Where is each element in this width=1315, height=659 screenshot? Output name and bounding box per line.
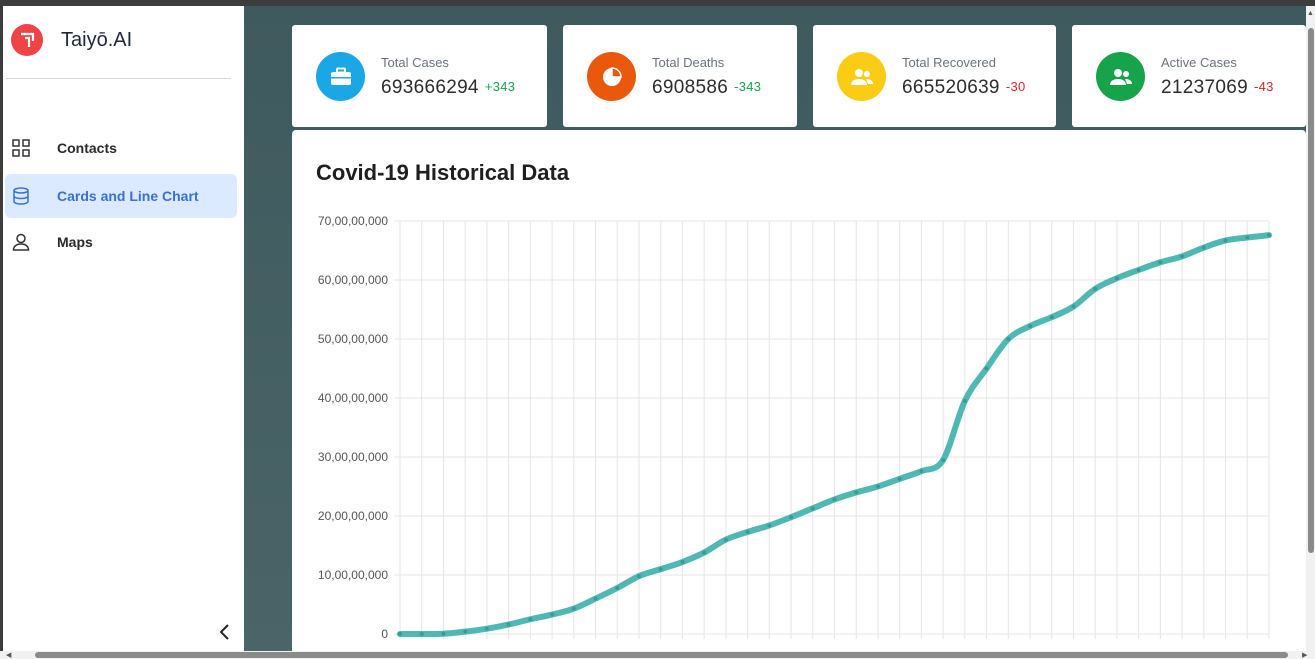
card-value-row: 6908586 -343: [652, 77, 761, 99]
card-title: Total Cases: [381, 55, 449, 70]
vertical-scrollbar[interactable]: ▲: [1306, 6, 1315, 651]
data-point: [789, 515, 794, 520]
users-icon: [1096, 52, 1145, 101]
card-value: 693666294: [381, 77, 479, 98]
database-icon: [13, 187, 29, 205]
data-point: [571, 606, 576, 611]
y-tick-label: 40,00,00,000: [318, 391, 388, 405]
users-icon: [837, 52, 886, 101]
data-point: [723, 537, 728, 542]
data-point: [398, 632, 402, 636]
stat-card-total-cases: Total Cases 693666294 +343: [292, 25, 547, 127]
data-point: [919, 469, 924, 474]
data-point: [1267, 233, 1271, 238]
sidebar-divider: [6, 78, 231, 79]
data-point: [962, 398, 967, 403]
data-point: [745, 529, 750, 534]
grid-icon: [12, 139, 30, 157]
y-tick-label: 0: [381, 627, 388, 641]
data-point: [875, 484, 880, 489]
data-point: [550, 612, 555, 617]
user-icon: [12, 233, 30, 251]
taiyo-logo-icon: [11, 24, 43, 56]
data-point: [832, 497, 837, 502]
card-delta: -30: [1005, 79, 1026, 94]
data-point: [636, 574, 641, 579]
chevron-left-icon[interactable]: [215, 622, 235, 642]
briefcase-icon: [316, 52, 365, 101]
sidebar: Taiyō.AI Contacts Cards and Line Chart M…: [0, 6, 244, 651]
data-point: [658, 567, 663, 572]
main-content: Total Cases 693666294 +343 Total Deaths 6…: [244, 6, 1306, 659]
data-point: [1006, 337, 1011, 341]
sidebar-item-contacts[interactable]: Contacts: [5, 126, 237, 170]
data-point: [897, 476, 902, 481]
data-point: [767, 523, 772, 528]
y-tick-label: 30,00,00,000: [318, 450, 388, 464]
scroll-left-icon[interactable]: ◀: [6, 651, 11, 659]
y-tick-label: 70,00,00,000: [318, 214, 388, 228]
chart-panel: Covid-19 Historical Data 0 10,00,00,000 20…: [292, 130, 1306, 659]
data-point: [419, 632, 424, 636]
data-point: [1158, 260, 1163, 265]
sidebar-item-label: Contacts: [57, 140, 117, 156]
sidebar-item-cards-and-line-chart[interactable]: Cards and Line Chart: [5, 174, 237, 218]
data-point: [941, 457, 946, 462]
card-value: 21237069: [1161, 77, 1248, 98]
y-tick-label: 50,00,00,000: [318, 332, 388, 346]
data-point: [1201, 245, 1206, 250]
data-point: [1136, 267, 1141, 272]
card-value: 6908586: [652, 77, 729, 98]
data-point: [441, 631, 446, 636]
data-point: [1180, 254, 1185, 259]
sidebar-item-label: Maps: [57, 234, 93, 250]
pie-chart-icon: [587, 52, 636, 101]
card-value-row: 21237069 -43: [1161, 77, 1274, 99]
scroll-right-icon[interactable]: ▶: [1302, 651, 1307, 659]
stat-card-total-deaths: Total Deaths 6908586 -343: [563, 25, 797, 127]
card-title: Active Cases: [1161, 55, 1237, 70]
line-chart[interactable]: 0 10,00,00,000 20,00,00,000 30,00,00,000 40,…: [292, 130, 1306, 659]
brand-name: Taiyō.AI: [61, 28, 133, 51]
stat-card-total-recovered: Total Recovered 665520639 -30: [813, 25, 1056, 127]
data-point: [484, 626, 489, 631]
card-delta: +343: [484, 79, 516, 94]
y-tick-label: 20,00,00,000: [318, 509, 388, 523]
data-point: [810, 506, 815, 511]
data-point: [1028, 324, 1033, 329]
data-point: [1245, 235, 1250, 240]
data-point: [463, 629, 468, 634]
horizontal-scrollbar[interactable]: ◀ ▶: [0, 651, 1315, 659]
card-value-row: 693666294 +343: [381, 77, 515, 99]
sidebar-item-maps[interactable]: Maps: [5, 220, 237, 264]
data-point: [1071, 304, 1076, 309]
data-point: [1223, 238, 1228, 243]
scroll-up-icon[interactable]: ▲: [1307, 10, 1314, 17]
y-tick-label: 10,00,00,000: [318, 568, 388, 582]
data-point: [984, 366, 989, 371]
card-title: Total Deaths: [652, 55, 725, 70]
card-value: 665520639: [902, 77, 1000, 98]
data-point: [593, 596, 598, 601]
data-point: [1049, 315, 1054, 320]
data-point: [680, 560, 685, 565]
card-title: Total Recovered: [902, 55, 996, 70]
data-point: [854, 490, 859, 495]
card-delta: -43: [1253, 79, 1274, 94]
y-tick-label: 60,00,00,000: [318, 273, 388, 287]
horizontal-scrollbar-thumb[interactable]: [35, 652, 1288, 658]
data-point: [1093, 286, 1098, 291]
data-point: [506, 622, 511, 627]
vertical-scrollbar-thumb[interactable]: [1308, 28, 1314, 553]
stat-card-active-cases: Active Cases 21237069 -43: [1072, 25, 1306, 127]
brand[interactable]: Taiyō.AI: [11, 24, 132, 56]
card-value-row: 665520639 -30: [902, 77, 1026, 99]
sidebar-item-label: Cards and Line Chart: [57, 188, 199, 204]
data-point: [702, 550, 707, 555]
data-point: [528, 617, 533, 622]
data-point: [1114, 276, 1119, 281]
card-delta: -343: [734, 79, 762, 94]
data-point: [615, 585, 620, 590]
